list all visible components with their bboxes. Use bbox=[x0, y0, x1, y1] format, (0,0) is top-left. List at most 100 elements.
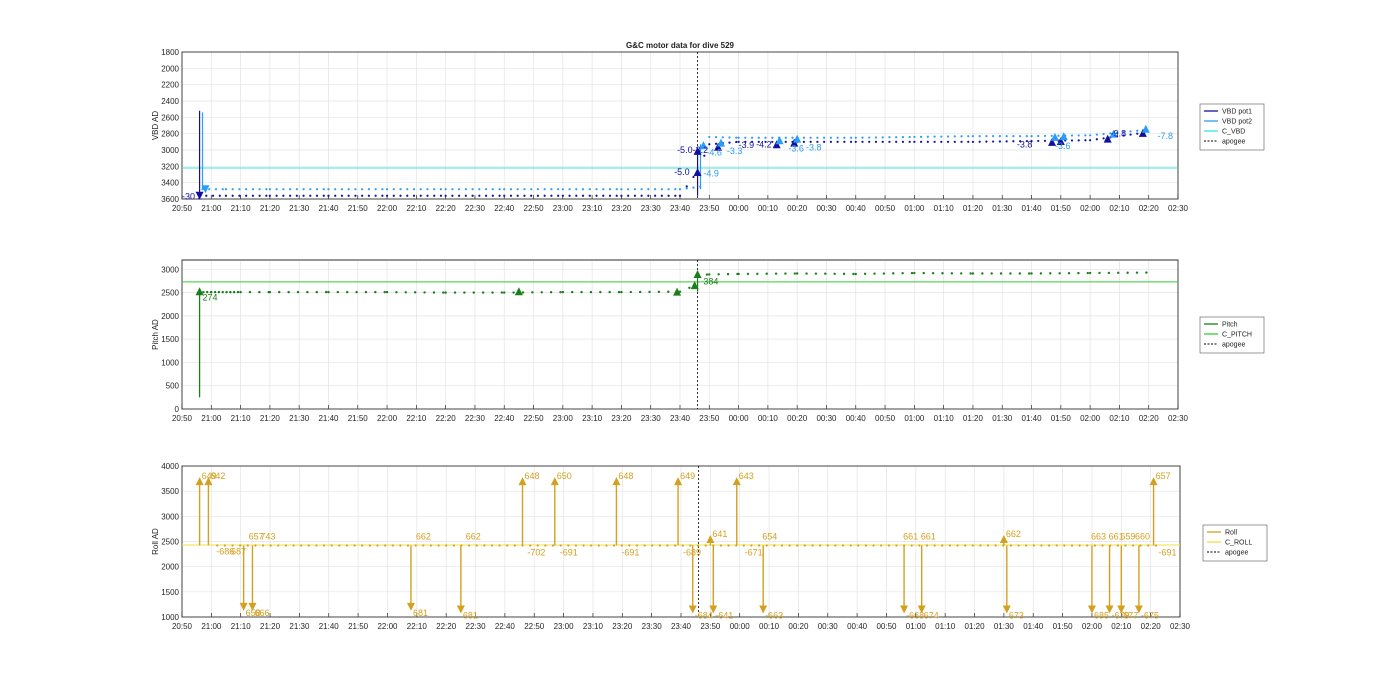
data-point bbox=[442, 291, 445, 294]
data-point bbox=[868, 136, 871, 139]
data-point bbox=[557, 188, 560, 191]
data-point bbox=[678, 188, 682, 191]
data-point bbox=[795, 272, 799, 275]
data-point bbox=[464, 194, 467, 197]
x-tick-label: 22:10 bbox=[406, 414, 427, 423]
data-label: 648 bbox=[618, 471, 633, 481]
data-point bbox=[1009, 272, 1012, 275]
data-point bbox=[967, 135, 970, 138]
data-point bbox=[245, 194, 248, 197]
data-point bbox=[708, 135, 711, 139]
data-point bbox=[512, 291, 515, 294]
data-label: 662 bbox=[416, 532, 431, 542]
data-point bbox=[612, 544, 616, 547]
data-point bbox=[1077, 139, 1080, 142]
x-tick-label: 02:10 bbox=[1109, 204, 1130, 213]
data-point bbox=[620, 194, 623, 197]
data-point bbox=[315, 290, 318, 294]
data-point bbox=[536, 188, 540, 191]
data-point bbox=[1012, 135, 1015, 138]
data-point bbox=[660, 194, 663, 197]
data-point bbox=[330, 544, 333, 547]
data-point bbox=[726, 272, 730, 276]
x-tick-label: 22:50 bbox=[524, 622, 545, 631]
data-label: 643 bbox=[739, 471, 754, 481]
data-point bbox=[315, 188, 319, 191]
data-point bbox=[1025, 544, 1028, 547]
x-tick-label: 02:20 bbox=[1139, 204, 1160, 213]
data-point bbox=[413, 291, 417, 294]
x-tick-label: 23:00 bbox=[554, 622, 575, 631]
y-tick-label: 2500 bbox=[161, 538, 179, 547]
data-label: 666 bbox=[254, 608, 269, 618]
data-label: 673 bbox=[1009, 610, 1024, 620]
data-point bbox=[971, 140, 975, 143]
data-label: -689 bbox=[683, 548, 701, 558]
data-point bbox=[296, 290, 300, 294]
panel-1: 20:50 21:00 21:10 21:20 21:30 21:40 21:50 22:00… bbox=[151, 48, 1265, 213]
data-point bbox=[543, 188, 546, 191]
data-point bbox=[805, 272, 808, 275]
data-point bbox=[453, 291, 457, 294]
data-point bbox=[458, 194, 461, 197]
data-point bbox=[278, 290, 281, 294]
data-point bbox=[620, 188, 623, 191]
data-point bbox=[913, 140, 916, 143]
data-point bbox=[277, 544, 280, 547]
data-point bbox=[1102, 137, 1105, 140]
data-point bbox=[221, 290, 224, 294]
x-tick-label: 23:50 bbox=[699, 414, 720, 423]
data-point bbox=[307, 544, 310, 547]
legend-entry: Pitch bbox=[1222, 322, 1238, 329]
data-point bbox=[1086, 271, 1089, 275]
data-point bbox=[861, 136, 864, 139]
data-point bbox=[265, 188, 268, 191]
data-point bbox=[355, 290, 358, 294]
data-point bbox=[367, 194, 370, 197]
data-point bbox=[901, 272, 904, 275]
data-point bbox=[1017, 544, 1020, 547]
data-point bbox=[336, 290, 340, 294]
data-point bbox=[395, 291, 398, 294]
data-point bbox=[901, 135, 905, 139]
x-tick-label: 00:10 bbox=[759, 622, 780, 631]
data-point bbox=[654, 194, 657, 197]
x-tick-label: 01:00 bbox=[904, 414, 925, 423]
data-point bbox=[773, 544, 776, 547]
data-point bbox=[793, 272, 797, 275]
data-point bbox=[647, 188, 650, 191]
x-tick-label: 01:40 bbox=[1022, 414, 1043, 423]
x-tick-label: 01:10 bbox=[934, 204, 955, 213]
data-point bbox=[689, 544, 692, 547]
x-tick-label: 01:20 bbox=[963, 414, 984, 423]
data-label: 650 bbox=[557, 471, 572, 481]
data-label: -4.2 bbox=[756, 139, 772, 149]
data-point bbox=[735, 140, 738, 144]
data-point bbox=[910, 271, 914, 275]
data-point bbox=[1107, 271, 1111, 275]
data-label: -702 bbox=[527, 548, 545, 558]
data-point bbox=[258, 194, 261, 197]
data-point bbox=[854, 140, 857, 143]
data-point bbox=[338, 544, 341, 547]
data-point bbox=[620, 544, 623, 547]
data-point bbox=[384, 544, 387, 547]
data-point bbox=[472, 291, 475, 294]
data-point bbox=[823, 136, 826, 139]
data-point bbox=[561, 188, 564, 191]
data-point bbox=[1129, 130, 1132, 133]
data-point bbox=[881, 136, 884, 139]
data-point bbox=[948, 544, 951, 547]
data-point bbox=[516, 194, 519, 197]
data-point bbox=[419, 194, 422, 197]
data-point bbox=[1050, 134, 1053, 137]
data-point bbox=[823, 140, 826, 143]
data-point bbox=[229, 290, 232, 294]
data-point bbox=[406, 544, 410, 547]
data-point bbox=[608, 290, 611, 294]
y-tick-label: 2800 bbox=[161, 130, 179, 139]
data-point bbox=[999, 272, 1003, 275]
data-point bbox=[399, 544, 402, 547]
data-point bbox=[246, 544, 249, 547]
data-point bbox=[910, 544, 913, 547]
